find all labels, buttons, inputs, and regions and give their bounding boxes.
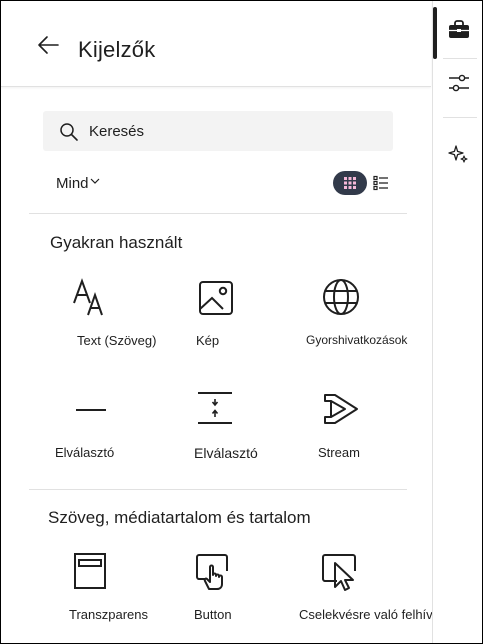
toolbox-panel: Kijelzők Mind [1, 1, 446, 643]
tile-call-to-action[interactable]: Cselekvésre való felhívás [297, 549, 446, 639]
design-ideas-button[interactable] [445, 140, 473, 168]
rail-divider [443, 58, 477, 59]
tile-text[interactable]: Text (Szöveg) [31, 273, 156, 363]
tile-stream[interactable]: Stream [301, 383, 421, 473]
list-view-icon [373, 175, 388, 191]
sparkle-icon [448, 145, 468, 163]
panel-header: Kijelzők [1, 1, 431, 87]
tile-image[interactable]: Kép [161, 273, 281, 363]
text-size-icon [73, 278, 103, 316]
toolbox-icon [449, 20, 469, 38]
tile-spacer[interactable]: Elválasztó [161, 383, 281, 473]
tile-button[interactable]: Button [161, 549, 281, 639]
search-box[interactable] [43, 111, 393, 151]
section-title-text-media: Szöveg, médiatartalom és tartalom [48, 508, 311, 527]
back-button[interactable] [33, 31, 63, 59]
horizontal-line-icon [76, 409, 106, 411]
spacer-icon [198, 392, 232, 424]
search-icon [60, 123, 78, 141]
view-toggle [333, 171, 390, 195]
page-title: Kijelzők [78, 37, 156, 62]
tile-label: Stream [318, 445, 360, 460]
chevron-down-icon [90, 178, 99, 184]
grid-view-button[interactable] [333, 171, 367, 195]
sliders-icon [449, 74, 469, 92]
settings-button[interactable] [445, 69, 473, 97]
tile-label: Text (Szöveg) [77, 333, 157, 348]
tile-banner[interactable]: Transzparens [31, 549, 151, 639]
tile-divider[interactable]: Elválasztó [31, 383, 151, 473]
tile-label: Elválasztó [194, 445, 258, 461]
rail-active-indicator [433, 7, 437, 59]
list-view-button[interactable] [372, 174, 390, 192]
tile-label: Kép [196, 333, 220, 348]
filter-label: Mind [56, 175, 89, 192]
right-rail [432, 1, 482, 643]
arrow-left-icon [38, 36, 59, 54]
call-to-action-icon [322, 554, 356, 591]
divider [29, 489, 407, 490]
tile-label: Button [194, 607, 232, 622]
filter-dropdown[interactable]: Mind [56, 175, 100, 192]
tile-label: Transzparens [69, 607, 148, 622]
tile-label: Cselekvésre való felhívás [299, 607, 447, 622]
tile-quick-links[interactable]: Gyorshivatkozások [301, 273, 421, 363]
search-input[interactable] [89, 120, 379, 142]
button-touch-icon [196, 554, 228, 590]
tile-label: Gyorshivatkozások [306, 333, 408, 347]
section-title-frequently-used: Gyakran használt [50, 233, 183, 252]
toolbox-button[interactable] [445, 16, 473, 44]
globe-icon [323, 279, 359, 315]
divider [29, 213, 407, 214]
banner-icon [74, 553, 106, 589]
grid-view-icon [344, 177, 356, 189]
tile-label: Elválasztó [55, 445, 115, 460]
rail-divider [443, 117, 477, 118]
image-icon [199, 281, 233, 315]
stream-play-icon [324, 394, 358, 424]
